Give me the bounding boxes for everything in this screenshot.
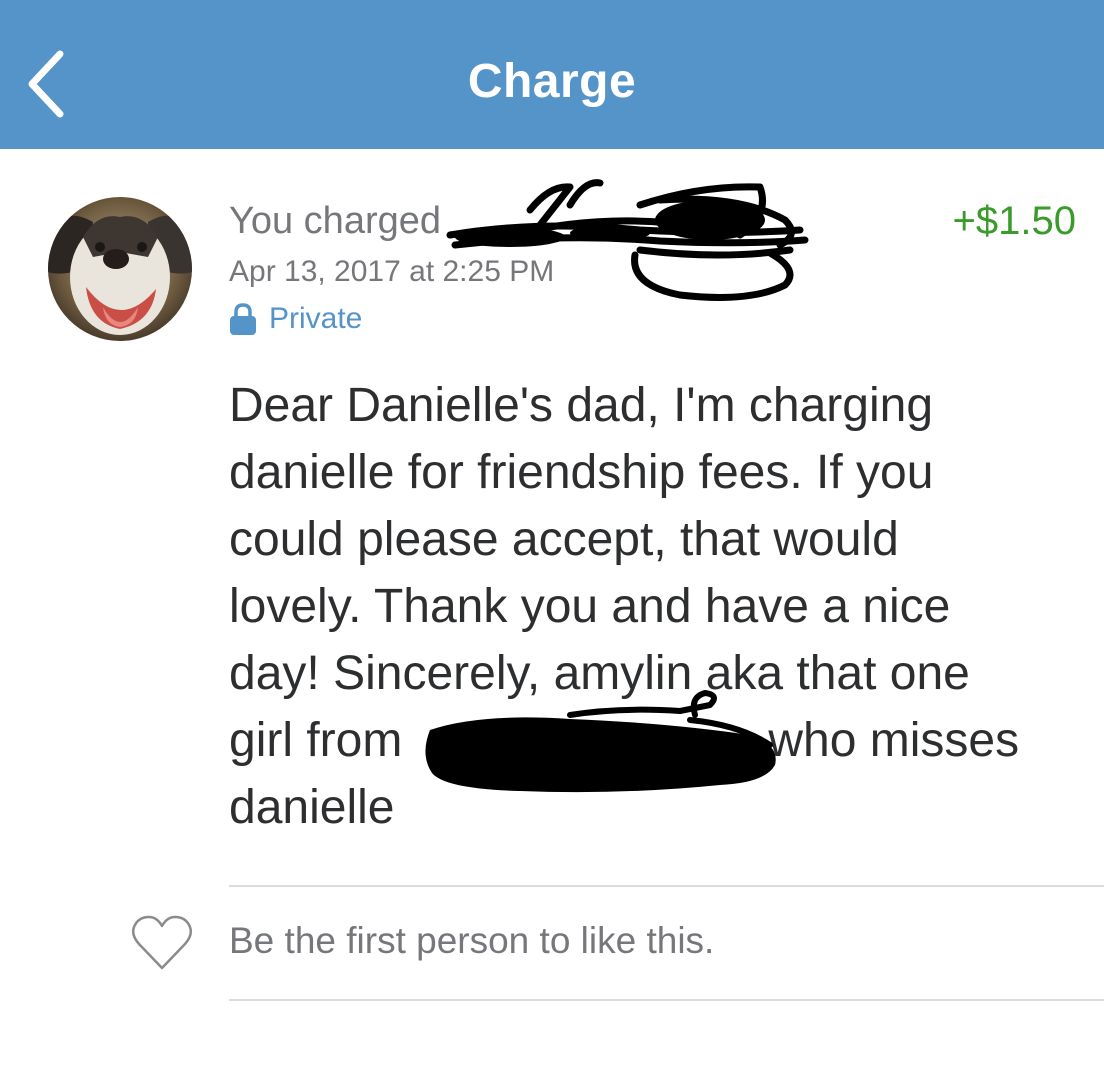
lock-icon [230,303,256,335]
note-line: danielle [229,781,395,834]
note-line-text: girl from [229,714,403,767]
heart-outline-icon [131,915,193,970]
like-prompt: Be the first person to like this. [229,920,715,961]
note-line: danielle for friendship fees. If you [229,446,934,499]
transaction-timestamp: Apr 13, 2017 at 2:25 PM [229,255,555,288]
page-title: Charge [467,55,637,108]
note-line: day! Sincerely, amylin aka that one [229,647,970,700]
divider [229,999,1104,1001]
note-line: lovely. Thank you and have a nice [229,580,951,633]
nav-bar: Charge [0,0,1104,149]
avatar[interactable] [48,197,192,341]
note-line: Dear Danielle's dad, I'm charging [229,379,934,432]
transaction-headline: You charged [229,200,442,242]
privacy-label: Private [269,302,363,335]
note-line-suffix: who misses [768,714,1020,767]
dog-avatar-image [48,197,192,341]
note-line-with-redaction: girl from who misses [229,707,1089,774]
transaction-amount: +$1.50 [952,199,1076,243]
like-row: Be the first person to like this. [0,886,1104,1000]
like-button[interactable] [131,914,193,972]
redaction-scribble-name [446,179,809,301]
privacy-setting[interactable]: Private [229,300,362,338]
transaction-note: Dear Danielle's dad, I'm charging daniel… [229,372,1089,841]
note-line: could please accept, that would [229,513,899,566]
